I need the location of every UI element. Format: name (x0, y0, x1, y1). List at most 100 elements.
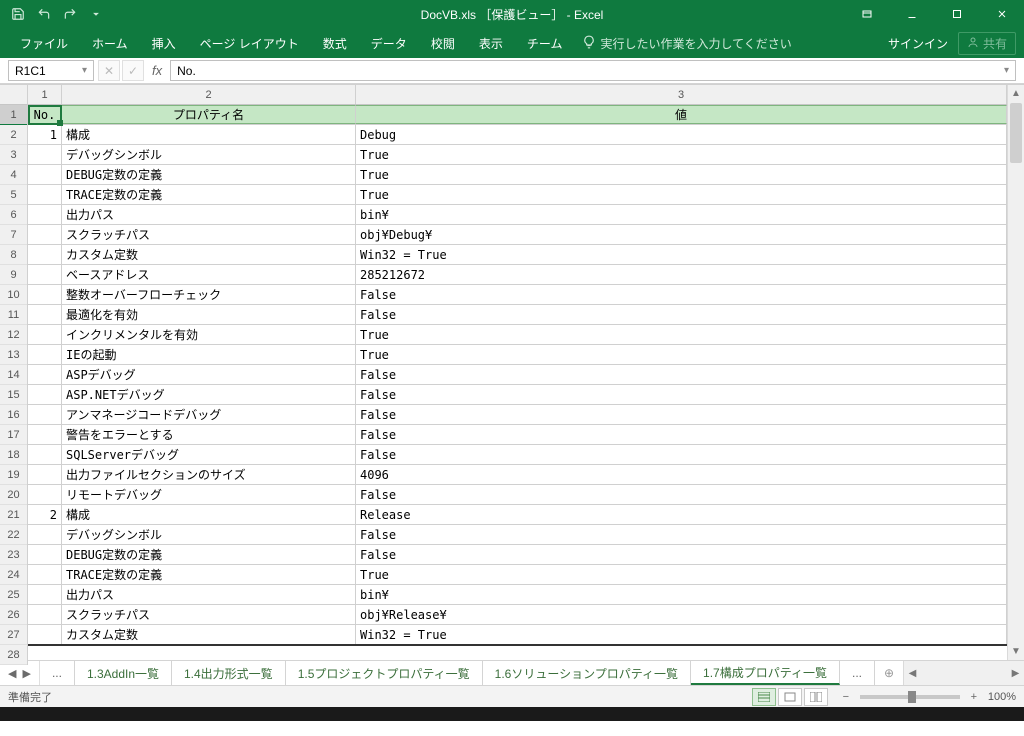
cell-value[interactable]: Debug (356, 125, 1007, 144)
cell-no[interactable] (28, 445, 62, 464)
row-header[interactable]: 3 (0, 145, 27, 165)
cell-value[interactable]: bin¥ (356, 585, 1007, 604)
cell-value[interactable]: bin¥ (356, 205, 1007, 224)
cell-no[interactable]: 1 (28, 125, 62, 144)
row-header[interactable]: 22 (0, 525, 27, 545)
cell-value[interactable]: True (356, 165, 1007, 184)
tell-me-search[interactable]: 実行したい作業を入力してください (582, 35, 791, 52)
cell-no[interactable] (28, 185, 62, 204)
cell-no[interactable] (28, 485, 62, 504)
cell-value[interactable]: obj¥Debug¥ (356, 225, 1007, 244)
undo-icon[interactable] (32, 2, 56, 26)
vertical-scrollbar[interactable]: ▲ ▼ (1007, 85, 1024, 660)
zoom-out-button[interactable]: − (838, 691, 854, 703)
cells-area[interactable]: No. プロパティ名 値 1構成DebugデバッグシンボルTrueDEBUG定数… (28, 105, 1007, 665)
cell-no[interactable] (28, 605, 62, 624)
cell-no[interactable] (28, 425, 62, 444)
ribbon-tab[interactable]: 数式 (311, 29, 359, 58)
cell-value[interactable]: False (356, 385, 1007, 404)
row-header[interactable]: 12 (0, 325, 27, 345)
cell-property[interactable]: 出力パス (62, 205, 356, 224)
scroll-thumb[interactable] (1010, 103, 1022, 163)
signin-link[interactable]: サインイン (888, 35, 948, 52)
cell-no[interactable] (28, 585, 62, 604)
cell-property[interactable]: DEBUG定数の定義 (62, 545, 356, 564)
cell-no[interactable] (28, 385, 62, 404)
row-header[interactable]: 6 (0, 205, 27, 225)
ribbon-tab[interactable]: データ (359, 29, 419, 58)
cell-property[interactable]: IEの起動 (62, 345, 356, 364)
cell-no[interactable]: 2 (28, 505, 62, 524)
cell-property[interactable]: TRACE定数の定義 (62, 565, 356, 584)
column-header[interactable]: 1 (28, 85, 62, 104)
cell-property[interactable]: DEBUG定数の定義 (62, 165, 356, 184)
cell-property[interactable]: ベースアドレス (62, 265, 356, 284)
row-header[interactable]: 23 (0, 545, 27, 565)
cell-property[interactable]: TRACE定数の定義 (62, 185, 356, 204)
view-page-break-icon[interactable] (804, 688, 828, 706)
row-header[interactable]: 14 (0, 365, 27, 385)
cell-value[interactable]: obj¥Release¥ (356, 605, 1007, 624)
cell-value[interactable]: True (356, 325, 1007, 344)
cell-no[interactable] (28, 405, 62, 424)
name-box[interactable]: R1C1 ▾ (8, 60, 94, 81)
cell-no[interactable] (28, 525, 62, 544)
zoom-slider[interactable] (860, 695, 960, 699)
cell-value[interactable]: 4096 (356, 465, 1007, 484)
cell-no[interactable] (28, 545, 62, 564)
cell-property[interactable]: リモートデバッグ (62, 485, 356, 504)
cell-value[interactable]: False (356, 425, 1007, 444)
column-header[interactable]: 2 (62, 85, 356, 104)
chevron-down-icon[interactable]: ▾ (82, 65, 87, 76)
cell-value[interactable]: Release (356, 505, 1007, 524)
cell-no[interactable] (28, 325, 62, 344)
cell-value[interactable]: False (356, 305, 1007, 324)
cell-no[interactable] (28, 565, 62, 584)
cell-no[interactable] (28, 305, 62, 324)
cell-property[interactable]: デバッグシンボル (62, 525, 356, 544)
header-cell-value[interactable]: 値 (356, 105, 1007, 124)
row-header[interactable]: 20 (0, 485, 27, 505)
cell-property[interactable]: 整数オーバーフローチェック (62, 285, 356, 304)
row-header[interactable]: 8 (0, 245, 27, 265)
cell-property[interactable]: 出力パス (62, 585, 356, 604)
ribbon-tab[interactable]: チーム (515, 29, 575, 58)
row-header[interactable]: 10 (0, 285, 27, 305)
qat-customize-icon[interactable] (84, 2, 108, 26)
formula-input[interactable]: No. ▾ (170, 60, 1016, 81)
ribbon-tab[interactable]: 校閲 (419, 29, 467, 58)
tab-nav-prev-icon[interactable]: ◀ (8, 667, 16, 680)
cell-no[interactable] (28, 165, 62, 184)
tab-nav-next-icon[interactable]: ▶ (22, 667, 30, 680)
cell-value[interactable]: True (356, 345, 1007, 364)
ribbon-display-options-icon[interactable] (844, 0, 889, 28)
cell-value[interactable]: False (356, 405, 1007, 424)
cell-property[interactable]: 構成 (62, 125, 356, 144)
header-cell-property[interactable]: プロパティ名 (62, 105, 356, 124)
ribbon-tab[interactable]: ホーム (80, 29, 140, 58)
cell-value[interactable]: False (356, 545, 1007, 564)
cell-no[interactable] (28, 345, 62, 364)
ribbon-tab[interactable]: 表示 (467, 29, 515, 58)
cell-property[interactable]: スクラッチパス (62, 225, 356, 244)
row-header[interactable]: 16 (0, 405, 27, 425)
zoom-in-button[interactable]: + (966, 691, 982, 703)
scroll-up-icon[interactable]: ▲ (1008, 85, 1024, 102)
row-header[interactable]: 4 (0, 165, 27, 185)
cell-no[interactable] (28, 285, 62, 304)
row-header[interactable]: 1 (0, 105, 27, 125)
cell-property[interactable]: スクラッチパス (62, 605, 356, 624)
ribbon-tab[interactable]: 挿入 (140, 29, 188, 58)
cell-no[interactable] (28, 145, 62, 164)
row-header[interactable]: 7 (0, 225, 27, 245)
row-header[interactable]: 13 (0, 345, 27, 365)
share-button[interactable]: 共有 (958, 32, 1016, 55)
cell-value[interactable]: False (356, 525, 1007, 544)
cell-property[interactable]: SQLServerデバッグ (62, 445, 356, 464)
row-header[interactable]: 24 (0, 565, 27, 585)
row-header[interactable]: 25 (0, 585, 27, 605)
cell-value[interactable]: False (356, 445, 1007, 464)
row-header[interactable]: 21 (0, 505, 27, 525)
fx-icon[interactable]: fx (148, 63, 166, 78)
zoom-level[interactable]: 100% (988, 691, 1016, 703)
